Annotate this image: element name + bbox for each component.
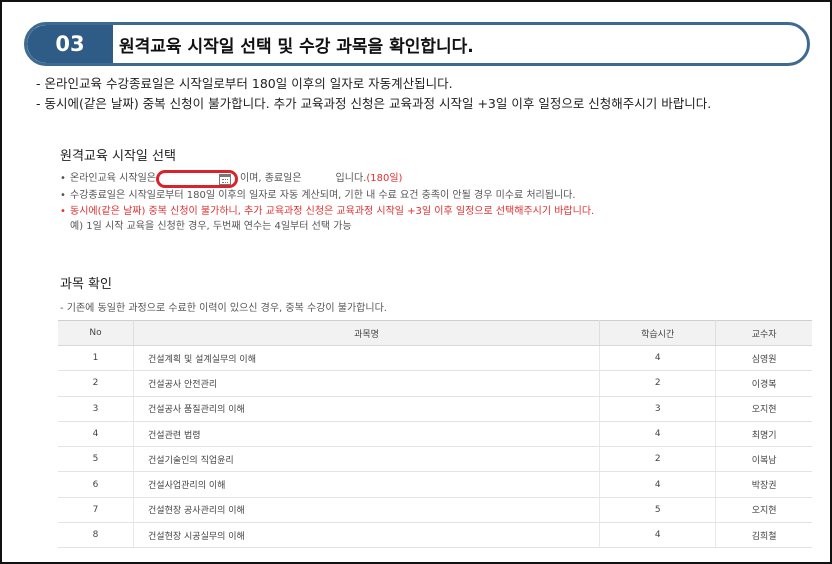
cell-no: 4 (58, 421, 135, 448)
start-date-picker[interactable] (155, 170, 238, 188)
table-row: 8 건설현장 시공실무의 이해 4 김희철 (58, 522, 812, 549)
auto-calc-text: 수강종료일은 시작일로부터 180일 이후의 일자로 자동 계산되며, 기한 내… (70, 190, 576, 201)
cell-course-name: 건설공사 품질관리의 이해 (133, 396, 601, 422)
page-frame: 03 원격교육 시작일 선택 및 수강 과목을 확인합니다. - 온라인교육 수… (0, 0, 832, 564)
cell-no: 1 (58, 345, 135, 372)
table-row: 4 건설관련 법령 4 최명기 (58, 421, 812, 448)
cell-no: 3 (58, 396, 135, 422)
cell-course-name: 건설관련 법령 (133, 421, 601, 448)
top-notes: - 온라인교육 수강종료일은 시작일로부터 180일 이후의 일자로 자동계산됩… (36, 74, 711, 114)
column-header-no: No (58, 320, 135, 346)
cell-hours: 2 (599, 446, 717, 473)
start-section-title: 원격교육 시작일 선택 (60, 149, 176, 164)
cell-instructor: 오지현 (715, 497, 812, 524)
cell-instructor: 심영원 (715, 345, 812, 372)
cell-course-name: 건설계획 및 설계실무의 이해 (133, 345, 601, 372)
note-auto-end-date: - 온라인교육 수강종료일은 시작일로부터 180일 이후의 일자로 자동계산됩… (36, 76, 453, 91)
table-row: 1 건설계획 및 설계실무의 이해 4 심영원 (58, 345, 812, 372)
cell-hours: 4 (599, 345, 717, 372)
cell-instructor: 박장권 (715, 471, 812, 498)
table-row: 7 건설현장 공사관리의 이해 5 오지현 (58, 497, 812, 524)
end-date-suffix: 입니다. (335, 173, 367, 185)
bullet: • (60, 205, 66, 217)
cell-hours: 4 (599, 421, 717, 448)
cell-no: 2 (58, 370, 135, 397)
cell-course-name: 건설공사 안전관리 (133, 370, 601, 397)
column-header-instructor: 교수자 (715, 320, 812, 346)
table-row: 3 건설공사 품질관리의 이해 3 오지현 (58, 396, 812, 422)
table-row: 5 건설기술인의 직업윤리 2 이복남 (58, 446, 812, 473)
calendar-icon[interactable] (218, 173, 231, 185)
bullet: • (60, 190, 66, 201)
bullet: • (60, 173, 66, 185)
column-header-name: 과목명 (133, 320, 601, 346)
cell-instructor: 김희철 (715, 522, 812, 549)
duplicate-warning-text: 동시에(같은 날짜) 중복 신청이 불가하니, 추가 교육과정 신청은 교육과정… (70, 205, 595, 217)
table-row: 2 건설공사 안전관리 2 이경복 (58, 370, 812, 397)
cell-instructor: 오지현 (715, 396, 812, 422)
example-text: 예) 1일 시작 교육을 신청한 경우, 두번째 연수는 4일부터 선택 가능 (70, 221, 352, 232)
cell-instructor: 최명기 (715, 421, 812, 448)
cell-no: 6 (58, 471, 135, 498)
start-date-prefix: 온라인교육 시작일은 (70, 173, 156, 185)
auto-calc-row: • 수강종료일은 시작일로부터 180일 이후의 일자로 자동 계산되며, 기한… (60, 188, 594, 204)
cell-no: 5 (58, 446, 135, 473)
end-date-prefix: 이며, 종료일은 (239, 173, 302, 185)
column-header-hours: 학습시간 (599, 320, 717, 346)
cell-course-name: 건설현장 공사관리의 이해 (133, 497, 601, 524)
course-section-title: 과목 확인 (60, 277, 112, 292)
cell-no: 8 (58, 522, 135, 549)
step-number: 03 (27, 25, 113, 63)
cell-course-name: 건설현장 시공실무의 이해 (133, 522, 601, 549)
step-header: 03 원격교육 시작일 선택 및 수강 과목을 확인합니다. (24, 22, 810, 66)
cell-hours: 3 (599, 396, 717, 422)
cell-hours: 4 (599, 471, 717, 498)
cell-course-name: 건설기술인의 직업윤리 (133, 446, 601, 473)
cell-hours: 4 (599, 522, 717, 549)
cell-hours: 2 (599, 370, 717, 397)
example-row: 예) 1일 시작 교육을 신청한 경우, 두번째 연수는 4일부터 선택 가능 (60, 219, 594, 235)
course-table: No 과목명 학습시간 교수자 1 건설계획 및 설계실무의 이해 4 심영원 … (58, 320, 812, 549)
table-row: 6 건설사업관리의 이해 4 박장권 (58, 471, 812, 498)
cell-no: 7 (58, 497, 135, 524)
duration-days: (180일) (366, 173, 403, 185)
cell-course-name: 건설사업관리의 이해 (133, 471, 601, 498)
note-duplicate-warning: - 동시에(같은 날짜) 중복 신청이 불가합니다. 추가 교육과정 신청은 교… (36, 96, 712, 111)
cell-hours: 5 (599, 497, 717, 524)
start-date-info: • 온라인교육 시작일은 이며, 종료일은 입니다. (180일) • 수강종료… (60, 170, 594, 235)
start-date-row: • 온라인교육 시작일은 이며, 종료일은 입니다. (180일) (60, 170, 594, 188)
cell-instructor: 이복남 (715, 446, 812, 473)
step-title: 원격교육 시작일 선택 및 수강 과목을 확인합니다. (119, 36, 474, 57)
duplicate-warning-row: • 동시에(같은 날짜) 중복 신청이 불가하니, 추가 교육과정 신청은 교육… (60, 204, 594, 220)
table-header-row: No 과목명 학습시간 교수자 (58, 320, 812, 346)
cell-instructor: 이경복 (715, 370, 812, 397)
course-note: - 기존에 동일한 과정으로 수료한 이력이 있으신 경우, 중복 수강이 불가… (60, 303, 387, 314)
